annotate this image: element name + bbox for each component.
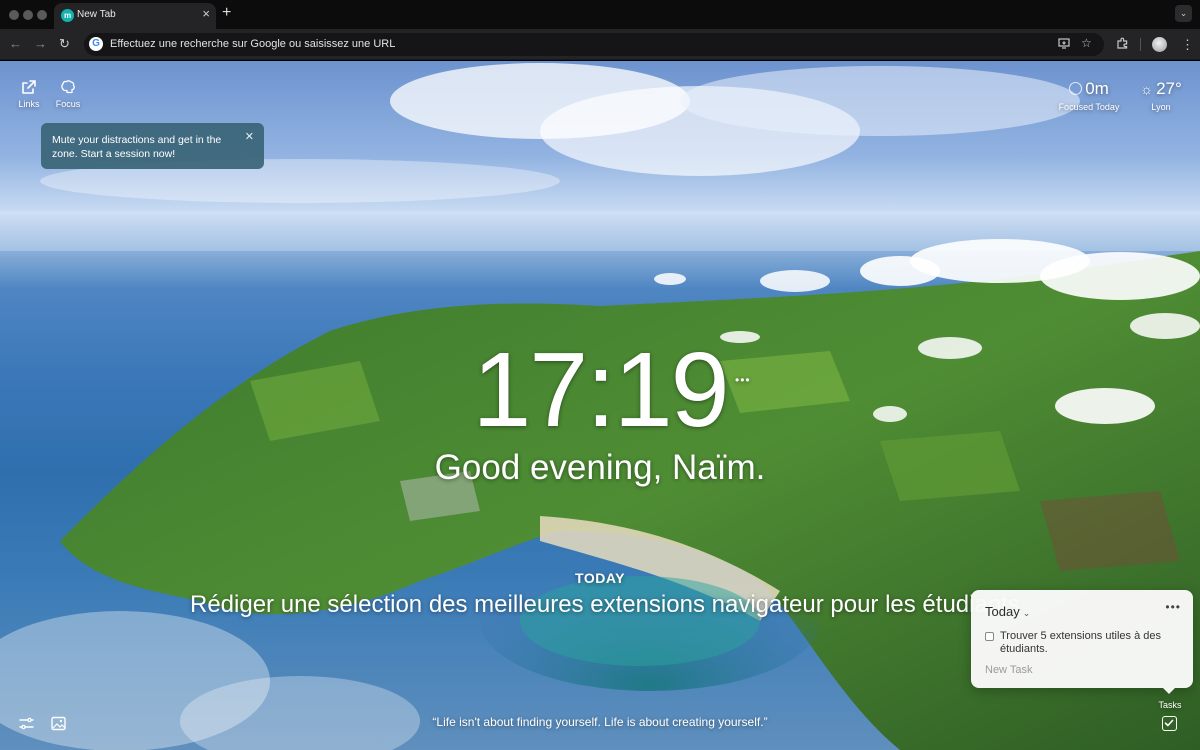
sliders-icon[interactable] — [19, 716, 34, 736]
window-minimize-control[interactable] — [23, 10, 33, 20]
sun-icon: ☼ — [1140, 81, 1154, 97]
close-icon[interactable]: ✕ — [245, 130, 254, 143]
tab-title: New Tab — [77, 9, 116, 20]
greeting: Good evening, Naïm. — [434, 448, 766, 487]
tasks-panel: Today ⌄ ••• Trouver 5 extensions utiles à… — [971, 590, 1193, 688]
external-link-icon — [9, 79, 49, 97]
tasks-list-selector[interactable]: Today ⌄ — [985, 604, 1030, 619]
focused-today-label: Focused Today — [1058, 102, 1120, 112]
image-icon[interactable] — [51, 716, 66, 736]
puzzle-icon[interactable] — [1116, 37, 1129, 53]
new-task-input[interactable]: New Task — [985, 664, 1032, 676]
toolbar-divider — [1140, 38, 1141, 51]
browser-toolbar: ← → ↻ G Effectuez une recherche sur Goog… — [0, 29, 1200, 60]
clock-more-icon[interactable]: ••• — [735, 373, 751, 387]
tasks-more-icon[interactable]: ••• — [1165, 600, 1181, 614]
links-button[interactable]: Links — [9, 79, 49, 109]
weather-widget[interactable]: ☼ 27° Lyon — [1131, 79, 1191, 112]
quote[interactable]: “Life isn't about finding yourself. Life… — [300, 715, 900, 729]
focus-tooltip-text: Mute your distractions and get in the zo… — [52, 134, 222, 160]
new-tab-plus-icon[interactable]: + — [222, 4, 231, 22]
address-bar-placeholder[interactable]: Effectuez une recherche sur Google ou sa… — [110, 38, 395, 50]
links-label: Links — [18, 99, 40, 109]
window-close-control[interactable] — [9, 10, 19, 20]
focus-tooltip: Mute your distractions and get in the zo… — [41, 123, 264, 169]
forward-arrow-icon[interactable]: → — [34, 36, 47, 51]
clock: 17:19 — [472, 331, 729, 449]
profile-avatar[interactable] — [1152, 37, 1167, 52]
tab-new-tab[interactable]: m New Tab × — [54, 3, 216, 29]
task-checkbox[interactable] — [985, 632, 994, 641]
focused-today-widget[interactable]: 0m Focused Today — [1054, 79, 1124, 112]
weather-location: Lyon — [1151, 102, 1171, 112]
tasks-panel-pointer — [1163, 688, 1175, 694]
focus-ring-icon — [1069, 82, 1083, 95]
tasks-list-name: Today — [985, 604, 1020, 619]
tab-strip: m New Tab × + ⌄ — [0, 0, 1200, 29]
chevron-down-icon: ⌄ — [1022, 608, 1031, 618]
kebab-menu-icon[interactable]: ⋮ — [1181, 37, 1194, 53]
checkbox-icon[interactable] — [1162, 716, 1177, 731]
star-icon[interactable]: ☆ — [1081, 36, 1092, 50]
focus-label: Focus — [55, 99, 81, 109]
focus-button[interactable]: Focus — [48, 79, 88, 109]
daily-focus-text[interactable]: Rédiger une sélection des meilleures ext… — [190, 591, 1020, 619]
tasks-toggle-label[interactable]: Tasks — [1150, 700, 1190, 710]
tab-search-chevron-icon[interactable]: ⌄ — [1175, 5, 1192, 22]
focused-time-value: 0m — [1085, 79, 1109, 98]
install-app-icon[interactable] — [1058, 37, 1070, 52]
momentum-favicon-icon: m — [61, 9, 74, 22]
temperature-value: 27° — [1156, 79, 1182, 98]
address-bar[interactable]: G Effectuez une recherche sur Google ou … — [84, 33, 1104, 56]
reload-icon[interactable]: ↻ — [59, 36, 70, 52]
window-zoom-control[interactable] — [37, 10, 47, 20]
today-label: TODAY — [575, 570, 625, 586]
back-arrow-icon[interactable]: ← — [9, 36, 22, 51]
tab-close-icon[interactable]: × — [202, 6, 210, 21]
brain-icon — [48, 79, 88, 97]
task-item-text[interactable]: Trouver 5 extensions utiles à des étudia… — [1000, 630, 1182, 656]
google-icon: G — [89, 37, 103, 51]
